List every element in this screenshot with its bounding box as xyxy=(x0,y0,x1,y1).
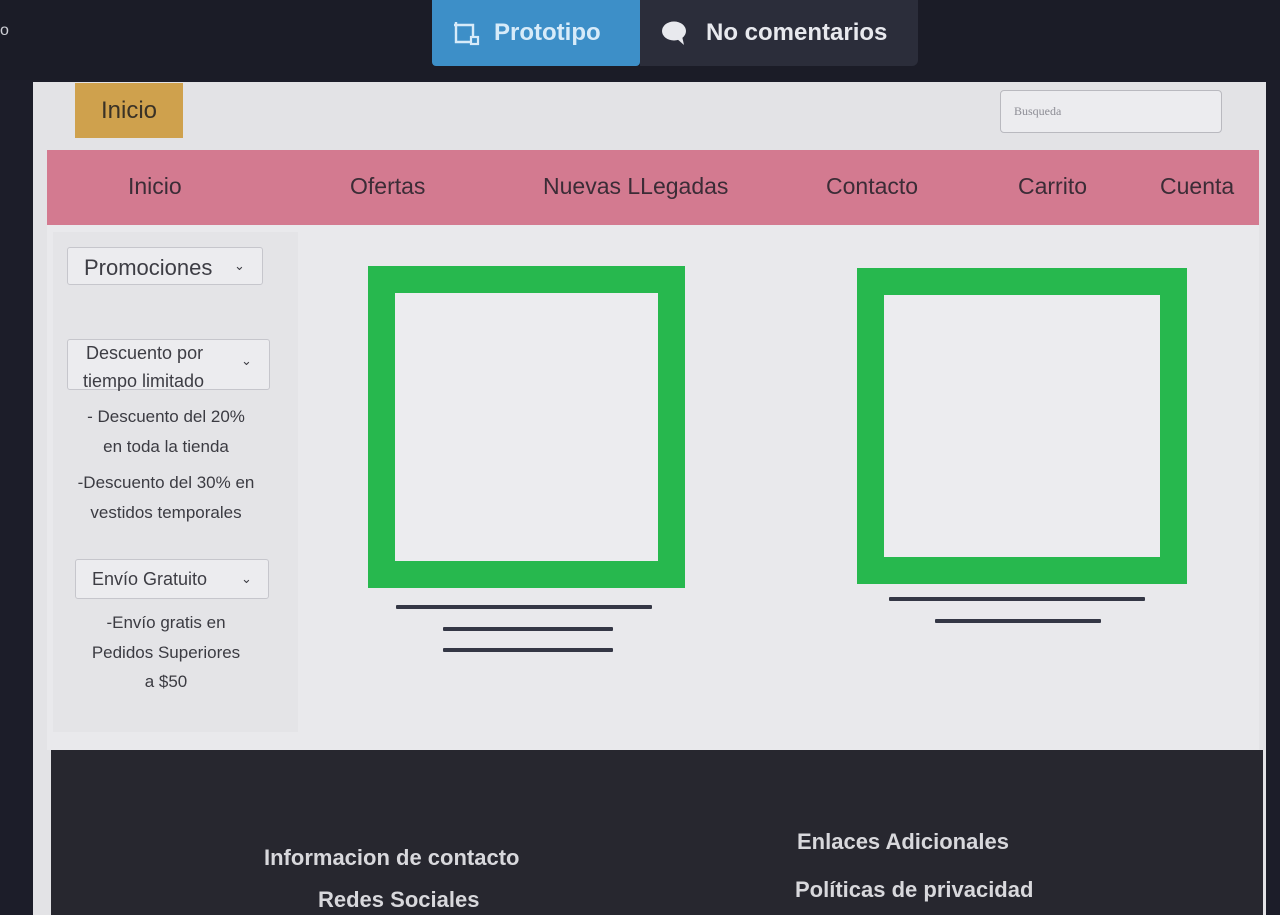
comments-tab-label: No comentarios xyxy=(706,19,888,46)
promotions-label: Promociones xyxy=(84,255,213,280)
discount-detail-2: en toda la tienda xyxy=(103,437,229,456)
nav-item-ofertas[interactable]: Ofertas xyxy=(350,173,425,200)
chevron-down-icon: ⌄ xyxy=(234,258,245,273)
chevron-down-icon: ⌄ xyxy=(241,571,252,586)
footer-privacy-link[interactable]: Políticas de privacidad xyxy=(795,877,1033,903)
prototype-frame-icon xyxy=(452,20,480,46)
product-image-placeholder[interactable] xyxy=(368,266,685,588)
discount-dropdown[interactable]: Descuento por tiempo limitado ⌄ xyxy=(67,339,270,391)
chevron-down-icon: ⌄ xyxy=(241,353,252,368)
footer: Informacion de contacto Redes Sociales E… xyxy=(51,750,1263,915)
comments-tab[interactable]: No comentarios xyxy=(640,0,918,66)
product-text-line xyxy=(935,619,1101,623)
product-title-line xyxy=(396,605,652,609)
search-placeholder: Busqueda xyxy=(1014,104,1062,118)
footer-additional-links[interactable]: Enlaces Adicionales xyxy=(797,829,1009,855)
discount-detail-3: -Descuento del 30% en xyxy=(77,473,255,492)
nav-item-nuevas-llegadas[interactable]: Nuevas LLegadas xyxy=(543,173,728,200)
footer-contact-info-link[interactable]: Informacion de contacto xyxy=(264,845,519,871)
shipping-detail-1: -Envío gratis en xyxy=(106,613,226,632)
product-text-line xyxy=(443,627,613,631)
product-title-line xyxy=(889,597,1145,601)
home-badge[interactable]: Inicio xyxy=(75,83,183,138)
nav-item-carrito[interactable]: Carrito xyxy=(1018,173,1087,200)
discount-detail-1: - Descuento del 20% xyxy=(87,407,245,426)
discount-detail-4: vestidos temporales xyxy=(90,503,242,522)
nav-item-contacto[interactable]: Contacto xyxy=(826,173,918,200)
speech-bubble-icon xyxy=(660,20,688,46)
prototype-tab-label: Prototipo xyxy=(494,19,601,46)
shipping-label: Envío Gratuito xyxy=(92,569,208,589)
nav-item-inicio[interactable]: Inicio xyxy=(128,173,182,200)
shipping-dropdown[interactable]: Envío Gratuito ⌄ xyxy=(75,559,269,599)
main-navigation: Inicio Ofertas Nuevas LLegadas Contacto … xyxy=(47,150,1259,225)
product-text-line xyxy=(443,648,613,652)
discount-label-line2: tiempo limitado xyxy=(83,371,205,391)
search-input[interactable]: Busqueda xyxy=(1000,90,1222,133)
shipping-detail-2: Pedidos Superiores xyxy=(91,643,241,662)
corner-indicator xyxy=(0,22,14,40)
top-toolbar: Prototipo No comentarios xyxy=(0,0,1280,80)
shipping-detail-3: a $50 xyxy=(144,672,188,691)
promotions-dropdown[interactable]: Promociones ⌄ xyxy=(67,247,263,285)
discount-label-line1: Descuento por xyxy=(86,343,204,363)
prototype-tab[interactable]: Prototipo xyxy=(432,0,640,66)
nav-item-cuenta[interactable]: Cuenta xyxy=(1160,173,1234,200)
footer-social-link[interactable]: Redes Sociales xyxy=(318,887,479,913)
product-image-placeholder[interactable] xyxy=(857,268,1187,584)
